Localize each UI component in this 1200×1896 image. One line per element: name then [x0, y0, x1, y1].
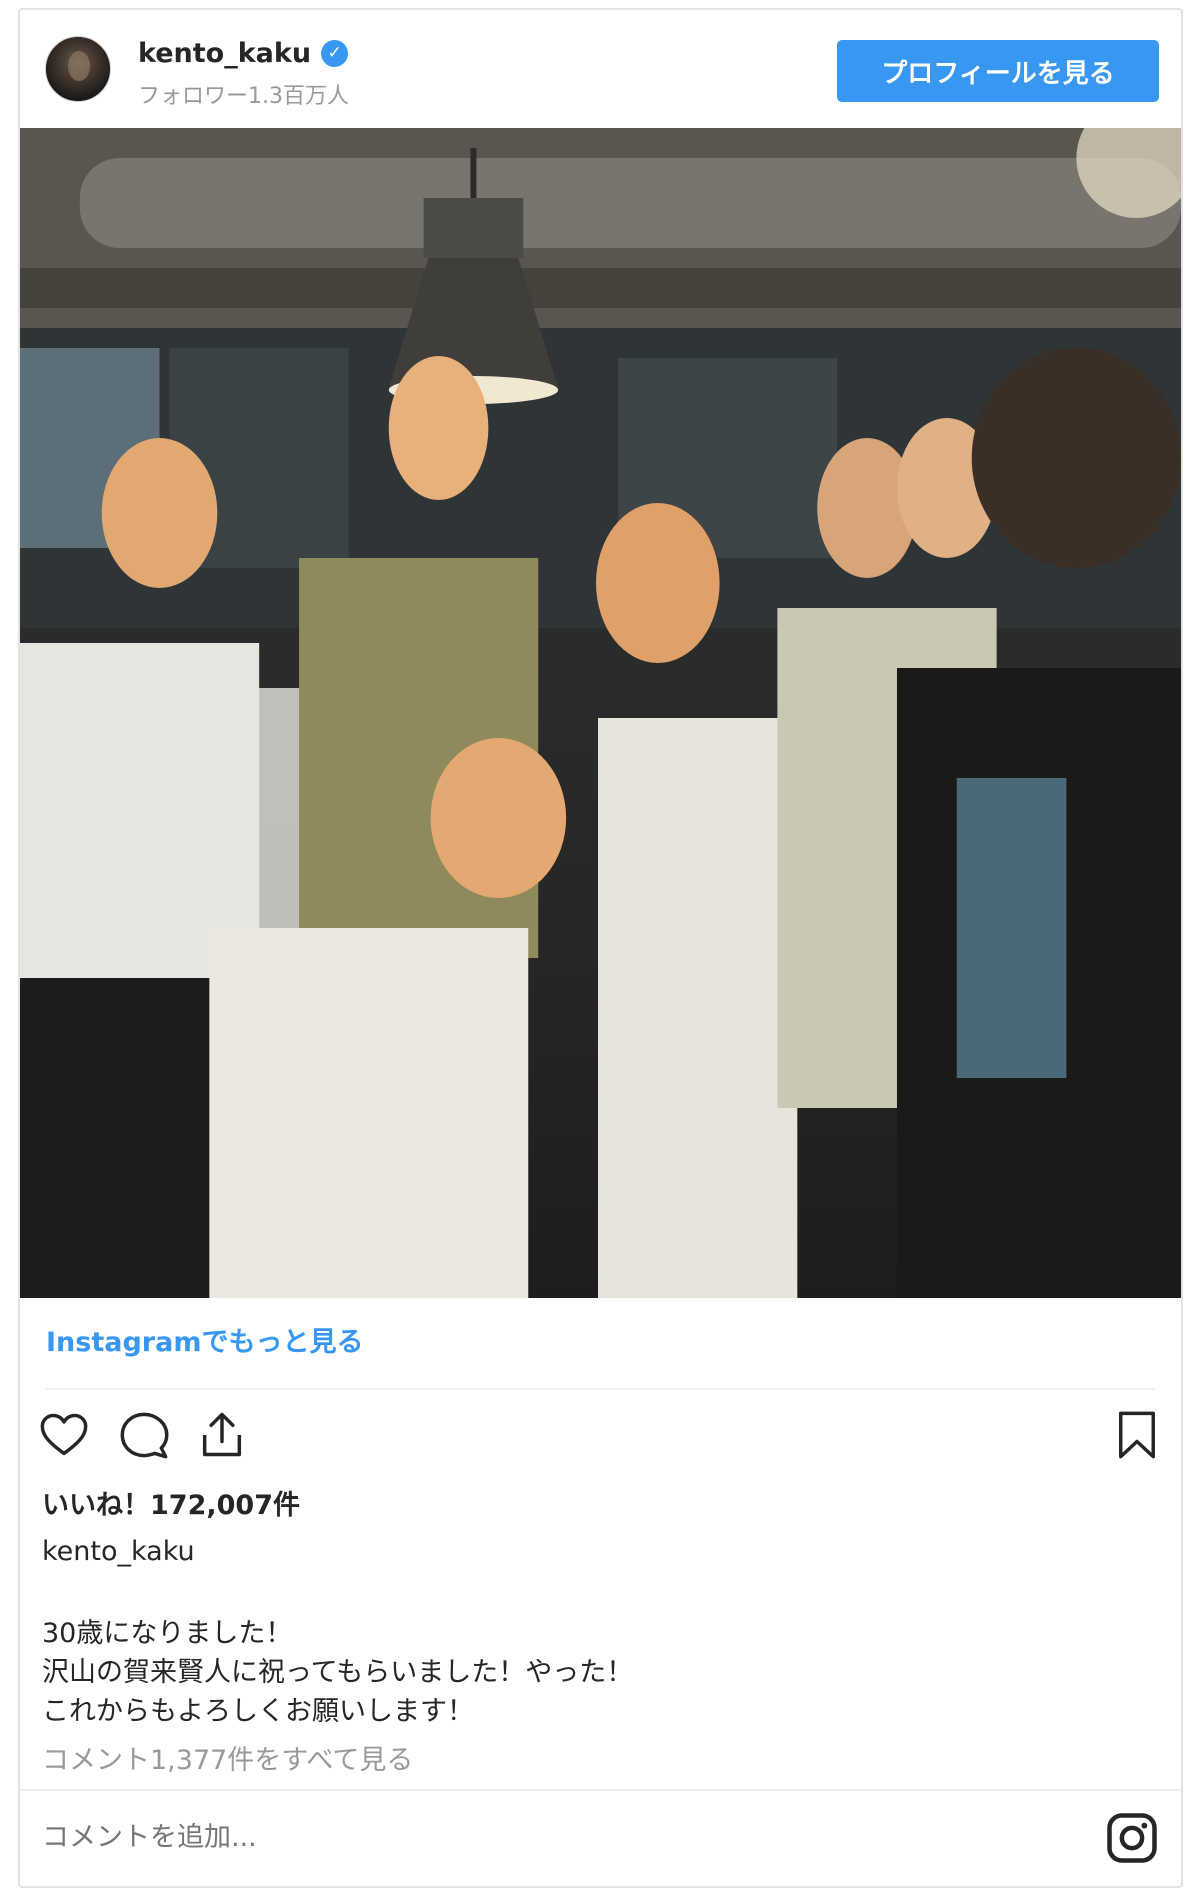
post-photo[interactable] — [20, 128, 1181, 1298]
avatar[interactable] — [45, 36, 111, 102]
view-all-comments-link[interactable]: コメント1,377件をすべて見る — [42, 1738, 413, 1777]
caption-line: 沢山の賀来賢人に祝ってもらいました！やった！ — [42, 1657, 634, 1688]
bookmark-icon — [1119, 1411, 1155, 1459]
verified-badge-icon: ✓ — [321, 40, 349, 67]
share-button[interactable] — [194, 1405, 250, 1465]
add-comment-input[interactable] — [42, 1817, 842, 1857]
view-profile-button[interactable]: プロフィールを見る — [837, 40, 1159, 102]
photo-illustration — [20, 128, 1181, 1298]
instagram-embed-card: kento_kaku ✓ フォロワー1.3百万人 プロフィールを見る Insta… — [18, 8, 1183, 1888]
instagram-icon[interactable] — [1105, 1811, 1159, 1865]
lamp-body — [423, 198, 524, 258]
divider — [46, 1388, 1155, 1390]
comment-icon — [120, 1412, 169, 1459]
like-button[interactable] — [36, 1405, 92, 1465]
ceiling-duct — [79, 158, 1181, 248]
post-header: kento_kaku ✓ フォロワー1.3百万人 プロフィールを見る — [20, 10, 1181, 128]
heart-icon — [40, 1413, 88, 1456]
share-icon — [202, 1412, 242, 1457]
username-row: kento_kaku ✓ — [138, 38, 349, 69]
comment-bar — [20, 1789, 1181, 1886]
follower-count: フォロワー1.3百万人 — [138, 84, 349, 109]
caption-line: 30歳になりました！ — [42, 1618, 293, 1649]
save-button[interactable] — [1109, 1405, 1165, 1465]
caption-username[interactable]: kento_kaku — [42, 1536, 195, 1567]
action-bar — [20, 1405, 1181, 1475]
ceiling-beam — [20, 268, 1181, 308]
caption-line: これからもよろしくお願いします！ — [42, 1696, 474, 1727]
view-more-on-instagram-link[interactable]: Instagramでもっと見る — [46, 1320, 363, 1359]
like-count[interactable]: いいね！172,007件 — [42, 1483, 300, 1522]
comment-button[interactable] — [116, 1405, 172, 1465]
caption-text: 30歳になりました！ 沢山の賀来賢人に祝ってもらいました！やった！ これからもよ… — [42, 1614, 633, 1731]
username[interactable]: kento_kaku — [138, 38, 311, 69]
